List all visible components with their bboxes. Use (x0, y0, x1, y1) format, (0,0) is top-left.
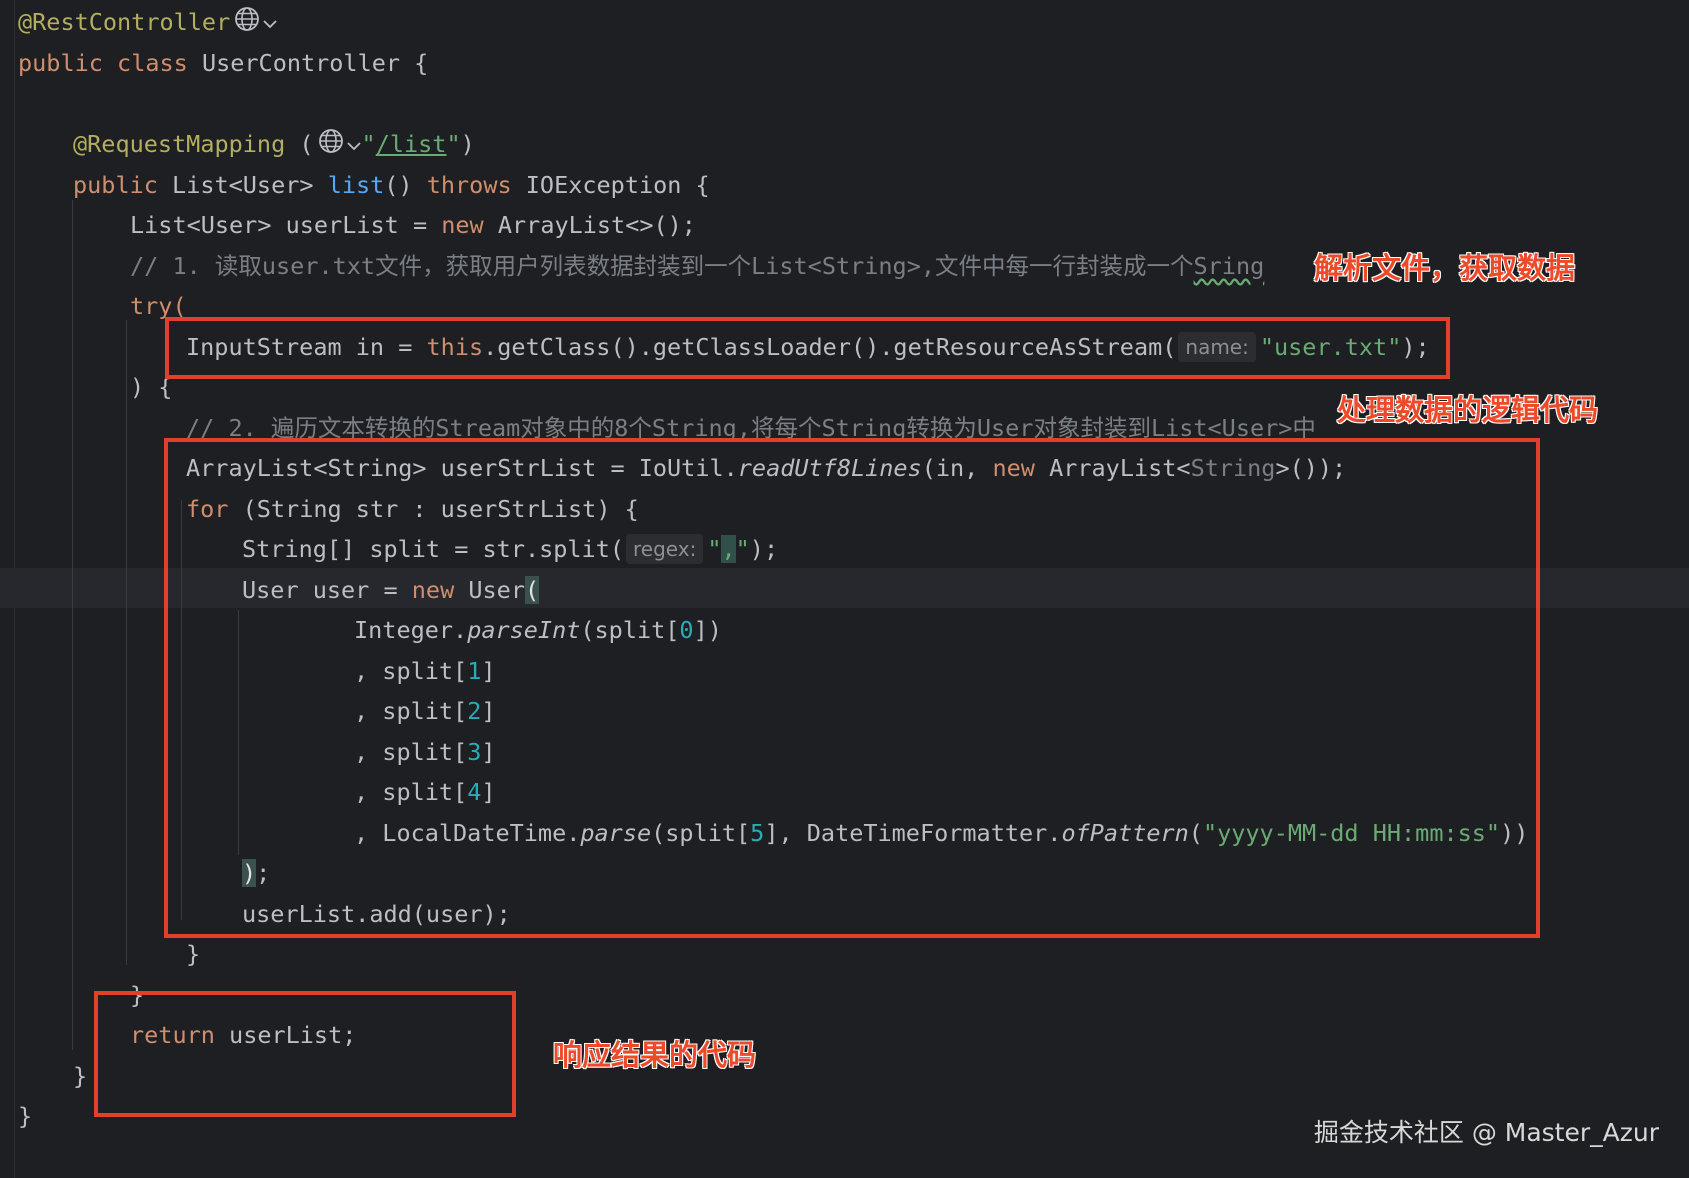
label-response: 响应结果的代码 (552, 1038, 757, 1073)
keyword-public: public (18, 49, 103, 77)
comment-typo: Sring (1193, 252, 1265, 280)
indent-guide (126, 320, 127, 965)
code-line-2[interactable]: public class UserController { (18, 43, 428, 83)
code-line-4[interactable]: public List<User> list() throws IOExcept… (73, 165, 710, 205)
code-line-23[interactable]: } (186, 934, 200, 974)
method-params: () (384, 171, 413, 199)
mapping-path-link[interactable]: /list (376, 130, 447, 158)
keyword-new: new (441, 211, 484, 239)
code-text: List<User> userList = (130, 211, 442, 239)
label-parse: 解析文件，获取数据 (1313, 251, 1576, 286)
paren: ) (460, 130, 475, 158)
annotation-request-mapping: @RequestMapping (73, 130, 286, 158)
code-line-27[interactable]: } (18, 1096, 32, 1136)
code-line-1[interactable]: @RestController (18, 2, 278, 42)
watermark: 掘金技术社区 @ Master_Azur (1313, 1118, 1659, 1147)
code-editor[interactable]: @RestController public class UserControl… (0, 0, 1689, 1178)
code-text: } (186, 940, 201, 968)
code-line-6[interactable]: // 1. 读取user.txt文件，获取用户列表数据封装到一个List<Str… (130, 246, 1264, 286)
code-line-26[interactable]: } (73, 1056, 87, 1096)
class-name: UserController { (201, 49, 429, 77)
highlight-box-parse (165, 317, 1450, 379)
highlight-box-logic (164, 438, 1540, 938)
code-text: } (73, 1062, 88, 1090)
highlight-box-response (94, 991, 516, 1117)
code-line-5[interactable]: List<User> userList = new ArrayList<>(); (130, 205, 696, 245)
code-text: } (18, 1102, 33, 1130)
method-name: list (327, 171, 385, 199)
globe-icon[interactable] (234, 4, 260, 44)
indent-guide (72, 200, 73, 1050)
keyword-class: class (117, 49, 188, 77)
code-text: ArrayList<>(); (497, 211, 696, 239)
annotation-rest-controller: @RestController (18, 8, 231, 36)
string-quote: " (361, 130, 376, 158)
keyword-public: public (73, 171, 158, 199)
globe-icon[interactable] (318, 126, 344, 166)
return-type: List<User> (172, 171, 314, 199)
chevron-down-icon[interactable] (346, 130, 362, 158)
comment: // 1. 读取user.txt文件，获取用户列表数据封装到一个List<Str… (130, 252, 1194, 280)
keyword-throws: throws (426, 171, 512, 199)
paren: ( (299, 130, 314, 158)
chevron-down-icon[interactable] (262, 8, 278, 36)
exception-type: IOException { (525, 171, 710, 199)
label-logic: 处理数据的逻辑代码 (1336, 393, 1599, 428)
keyword-try: try( (130, 292, 187, 320)
string-quote: " (446, 130, 461, 158)
code-line-3[interactable]: @RequestMapping ( "/list") (73, 124, 475, 164)
